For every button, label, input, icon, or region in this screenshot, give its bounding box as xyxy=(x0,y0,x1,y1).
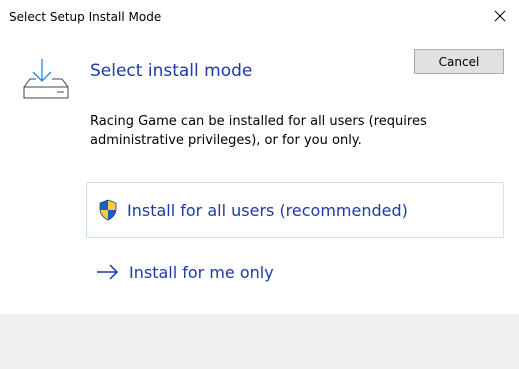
download-tray-icon xyxy=(23,59,69,99)
cancel-button[interactable]: Cancel xyxy=(414,49,504,74)
window-title: Select Setup Install Mode xyxy=(9,10,162,24)
install-all-users-button[interactable]: Install for all users (recommended) xyxy=(86,182,504,238)
install-all-users-label: Install for all users (recommended) xyxy=(127,200,408,220)
uac-shield-icon xyxy=(98,199,118,221)
dialog-footer xyxy=(0,314,519,369)
install-me-only-label: Install for me only xyxy=(129,262,274,282)
arrow-right-icon xyxy=(96,263,120,281)
close-icon xyxy=(494,10,506,22)
install-description: Racing Game can be installed for all use… xyxy=(90,114,427,148)
install-me-only-button[interactable]: Install for me only xyxy=(86,252,504,292)
setup-dialog: Select Setup Install Mode Select install… xyxy=(0,0,519,369)
close-button[interactable] xyxy=(487,3,513,29)
page-heading: Select install mode xyxy=(90,61,253,81)
